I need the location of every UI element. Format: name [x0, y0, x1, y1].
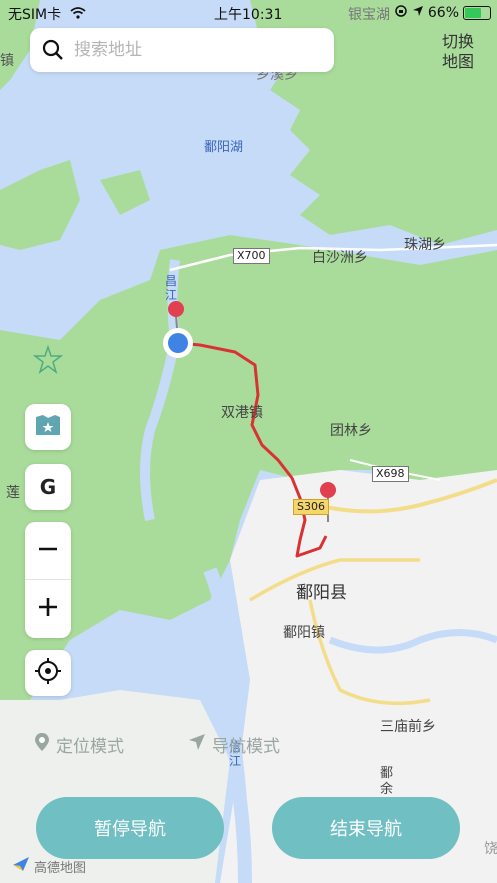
label-lian: 莲 [6, 485, 20, 501]
carrier-text: 无SIM卡 [8, 7, 62, 23]
map-layer-icon [34, 413, 62, 441]
label-poyang-town: 鄱阳镇 [283, 625, 325, 641]
status-right: 66% [394, 4, 491, 22]
search-input[interactable] [72, 39, 316, 61]
label-tuanlin: 团林乡 [330, 423, 372, 439]
g-label: G [39, 475, 57, 499]
locate-mode-label: 定位模式 [56, 737, 124, 757]
locate-me-button[interactable] [25, 650, 71, 696]
search-icon [42, 39, 64, 61]
attribution-text: 高德地图 [34, 860, 87, 876]
end-navigation-button[interactable]: 结束导航 [272, 797, 460, 859]
battery-icon [463, 6, 491, 20]
orientation-lock-icon [394, 4, 408, 22]
label-shuanggang: 双港镇 [221, 405, 263, 421]
label-poyang-lake: 鄱阳湖 [204, 140, 244, 155]
status-carrier: 无SIM卡 [8, 4, 86, 24]
battery-percent: 66% [427, 5, 459, 21]
label-changjiang: 昌江 [165, 274, 178, 302]
plus-icon [37, 596, 59, 622]
pin-icon [34, 732, 50, 757]
status-time: 上午10:31 [214, 7, 283, 23]
map-attribution: 高德地图 [12, 856, 86, 876]
mode-selector: 定位模式 导航模式 [0, 712, 497, 772]
zoom-in-button[interactable] [25, 580, 71, 638]
start-marker [168, 301, 184, 317]
road-label-s306: S306 [293, 499, 329, 515]
location-arrow-icon [412, 5, 424, 21]
locate-mode-option[interactable]: 定位模式 [34, 732, 124, 757]
layers-button[interactable] [25, 404, 71, 450]
crosshair-icon [34, 657, 62, 689]
road-label-x700: X700 [233, 248, 270, 264]
switch-map-button[interactable]: 切换 地图 [432, 32, 484, 72]
navigate-mode-option[interactable]: 导航模式 [188, 732, 280, 757]
pause-navigation-button[interactable]: 暂停导航 [36, 797, 224, 859]
switch-map-line1: 切换 [441, 32, 474, 51]
minus-icon [37, 538, 59, 564]
label-rao: 饶 [484, 841, 497, 857]
g-button[interactable]: G [25, 464, 71, 510]
label-zhen: 镇 [0, 53, 14, 69]
label-zhuhu: 珠湖乡 [404, 237, 446, 253]
status-bar: 无SIM卡 上午10:31 66% [0, 0, 497, 26]
current-location-dot [168, 333, 188, 353]
road-label-x698: X698 [372, 466, 409, 482]
label-poyang-county: 鄱阳县 [296, 583, 347, 603]
destination-marker [320, 482, 336, 498]
search-bar[interactable] [30, 28, 334, 72]
amap-logo-icon [12, 856, 30, 876]
label-baishazhou: 白沙洲乡 [312, 250, 368, 266]
navigation-arrow-icon [188, 733, 206, 756]
switch-map-line2: 地图 [441, 52, 474, 71]
navigate-mode-label: 导航模式 [212, 737, 280, 757]
wifi-icon [69, 7, 86, 23]
zoom-control [25, 522, 71, 638]
zoom-out-button[interactable] [25, 522, 71, 580]
